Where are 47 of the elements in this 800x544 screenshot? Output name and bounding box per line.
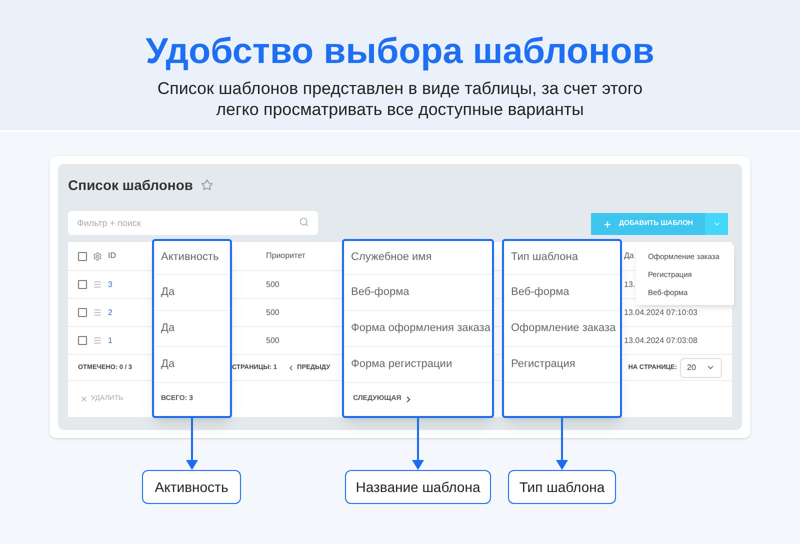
table-cell: 13.04.2024 07:03:08	[624, 336, 698, 344]
search-field[interactable]: Фильтр + поиск	[68, 211, 318, 235]
star-icon[interactable]	[201, 179, 214, 191]
callout-label: Название шаблона	[345, 470, 491, 504]
table-cell: 500	[266, 280, 280, 288]
table-cell-text: Оформление заказа	[511, 321, 616, 336]
column-header: ID	[108, 250, 116, 262]
id-link[interactable]: 3	[108, 278, 112, 290]
callout-label: Активность	[142, 470, 241, 504]
drag-handle-icon[interactable]	[93, 336, 102, 345]
column-header: Приоритет	[266, 251, 306, 260]
table-cell-text: Форма регистрации	[351, 357, 452, 372]
table-cell-text: Форма оформления заказа	[351, 321, 490, 336]
plus-icon	[603, 220, 612, 228]
caret-icon	[706, 363, 715, 372]
table-cell-text: Веб-форма	[511, 285, 570, 300]
id-link[interactable]: 2	[108, 306, 112, 318]
search-icon	[299, 217, 309, 227]
table-cell: 13.	[624, 280, 636, 288]
checkbox[interactable]	[78, 280, 87, 289]
id-link[interactable]: 1	[108, 334, 112, 346]
table-cell-text: Да	[161, 357, 175, 372]
table-cell: 13.04.2024 07:10:03	[624, 308, 698, 316]
page-subtitle: Список шаблонов представлен в виде таблицы, за счет этого легко просматривать все доступные варианты	[157, 78, 643, 120]
table-cell: 500	[266, 308, 280, 316]
table-cell: 500	[266, 336, 280, 344]
checkbox[interactable]	[78, 308, 87, 317]
table-cell-text: Веб-форма	[351, 285, 410, 300]
dropdown-toggle[interactable]	[705, 213, 728, 235]
column-header: Да	[624, 251, 634, 260]
column-header: Служебное имя	[351, 250, 432, 266]
drag-handle-icon[interactable]	[93, 280, 102, 289]
table-cell-text: Да	[161, 321, 175, 336]
caret-icon	[712, 220, 720, 228]
panel-title: Список шаблонов	[68, 176, 194, 194]
checkbox[interactable]	[78, 252, 87, 260]
column-header: Активность	[161, 250, 219, 266]
callout-label: Тип шаблона	[508, 470, 616, 504]
per-page-select[interactable]: 20	[680, 358, 722, 378]
settings-icon[interactable]	[93, 252, 102, 260]
checkbox[interactable]	[78, 336, 87, 345]
drag-handle-icon[interactable]	[93, 308, 102, 317]
close-icon	[80, 395, 88, 403]
column-header: Тип шаблона	[511, 250, 578, 266]
table-cell-text: Регистрация	[511, 357, 576, 372]
page-title: Удобство выбора шаблонов	[146, 30, 654, 72]
table-cell-text: Да	[161, 285, 175, 300]
